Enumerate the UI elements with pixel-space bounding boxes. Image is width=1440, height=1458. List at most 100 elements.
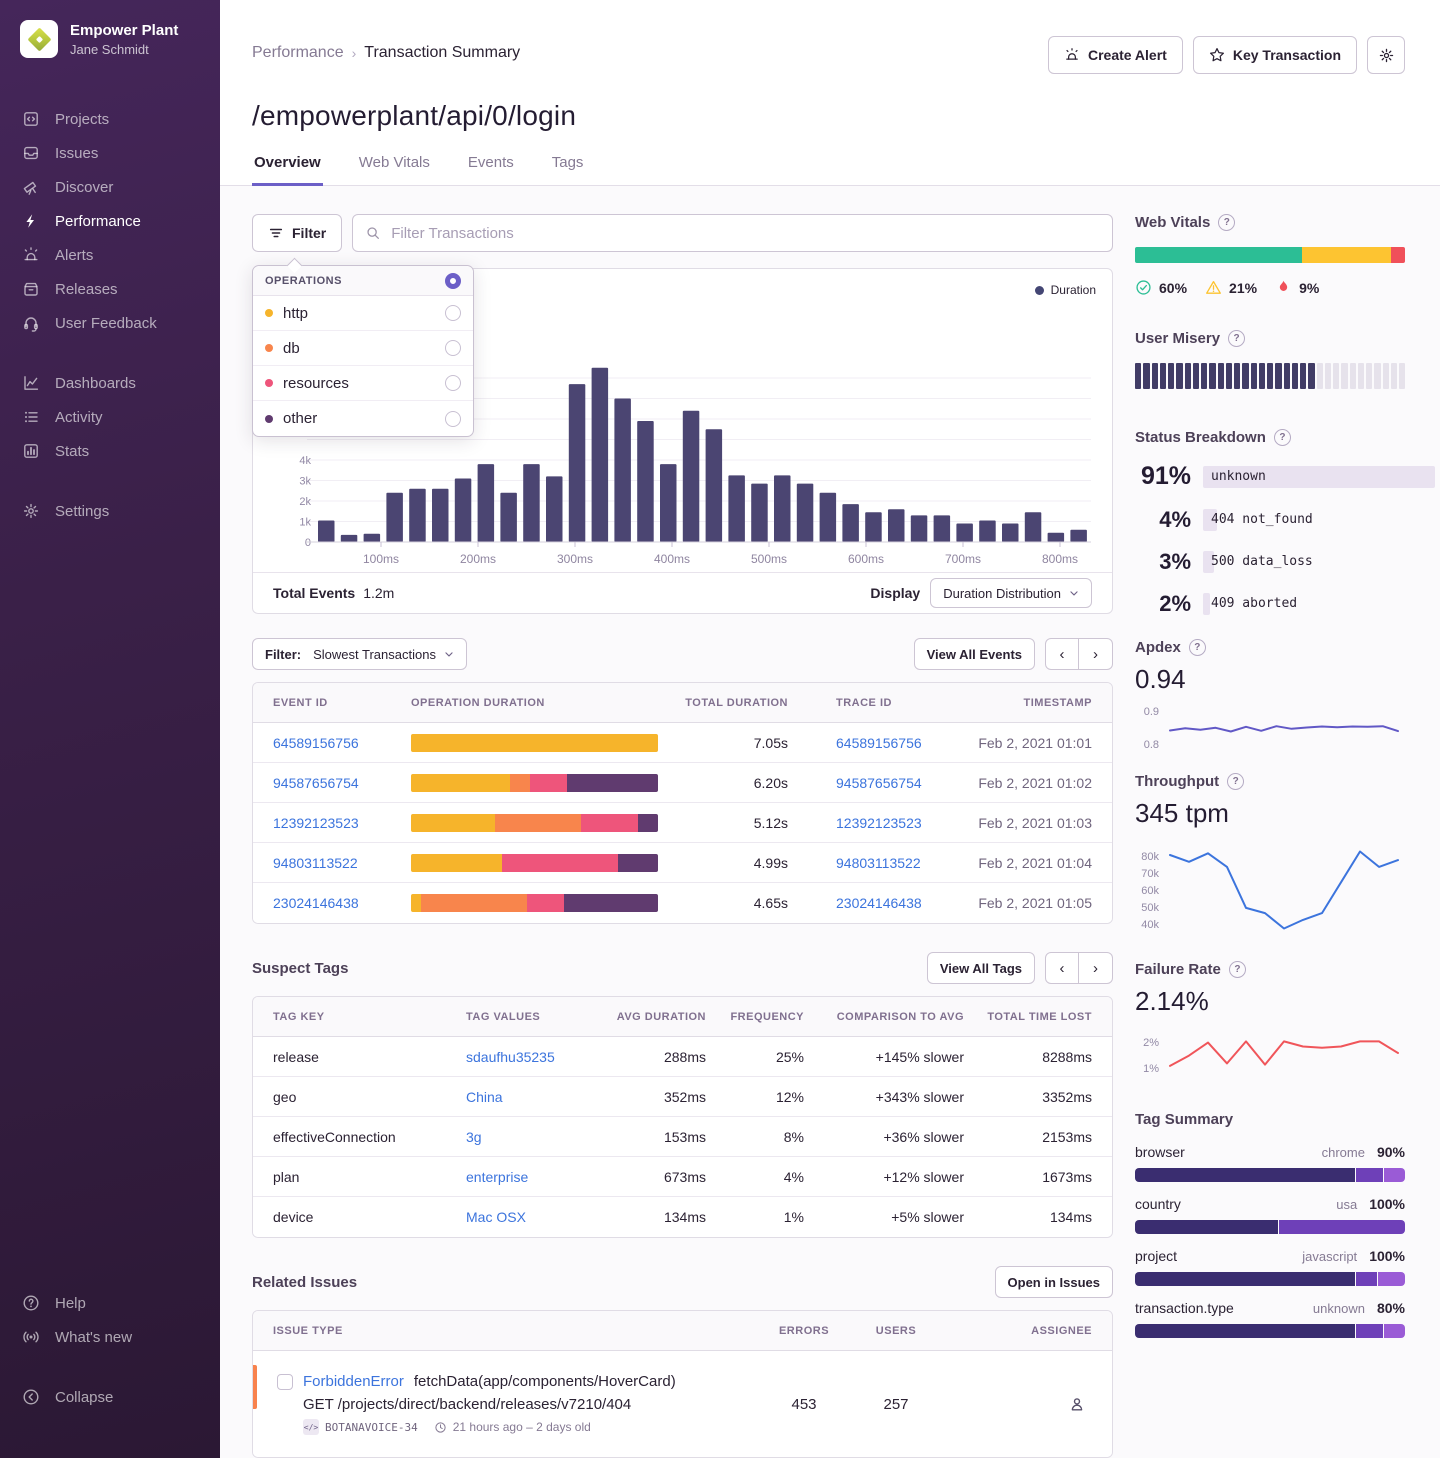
help-question-icon[interactable]: ? bbox=[1218, 214, 1235, 231]
operations-option-other[interactable]: other bbox=[253, 401, 473, 436]
tag-value-link[interactable]: Mac OSX bbox=[466, 1209, 526, 1225]
search-icon bbox=[365, 225, 381, 241]
operation-duration-cell bbox=[411, 774, 666, 792]
sidebar-item-discover[interactable]: Discover bbox=[0, 170, 220, 204]
sidebar-item-releases[interactable]: Releases bbox=[0, 272, 220, 306]
sidebar-item-help[interactable]: Help bbox=[0, 1286, 220, 1320]
operation-radio[interactable] bbox=[445, 411, 461, 427]
sidebar-item-issues[interactable]: Issues bbox=[0, 136, 220, 170]
tag-summary-row: countryusa100% bbox=[1135, 1196, 1405, 1234]
help-question-icon[interactable]: ? bbox=[1227, 773, 1244, 790]
view-all-events-button[interactable]: View All Events bbox=[914, 638, 1035, 670]
tag-value-cell: Mac OSX bbox=[466, 1209, 601, 1225]
trace-id-link[interactable]: 94803113522 bbox=[836, 855, 921, 871]
filter-button[interactable]: Filter bbox=[252, 214, 342, 252]
operations-all-radio[interactable] bbox=[445, 273, 461, 289]
trace-id-link[interactable]: 12392123523 bbox=[836, 815, 922, 831]
events-pager-next[interactable]: › bbox=[1079, 638, 1113, 670]
sidebar-item-user-feedback[interactable]: User Feedback bbox=[0, 306, 220, 340]
transaction-settings-button[interactable] bbox=[1367, 36, 1405, 74]
sidebar-item-stats[interactable]: Stats bbox=[0, 434, 220, 468]
tags-pager-next[interactable]: › bbox=[1079, 952, 1113, 984]
avg-duration-cell: 352ms bbox=[601, 1089, 706, 1105]
status-pct: 91% bbox=[1135, 462, 1191, 491]
operation-radio[interactable] bbox=[445, 305, 461, 321]
op-segment-other bbox=[564, 894, 658, 912]
axis-tick-label: 1% bbox=[1143, 1062, 1159, 1076]
breadcrumb-performance[interactable]: Performance bbox=[252, 44, 344, 62]
tags-pager-prev[interactable]: ‹ bbox=[1045, 952, 1079, 984]
tag-value-link[interactable]: enterprise bbox=[466, 1169, 528, 1185]
svg-text:2k: 2k bbox=[299, 496, 311, 508]
help-question-icon[interactable]: ? bbox=[1228, 330, 1245, 347]
tab-overview[interactable]: Overview bbox=[252, 154, 323, 186]
key-transaction-button[interactable]: Key Transaction bbox=[1193, 36, 1357, 74]
issue-error-type-link[interactable]: ForbiddenError bbox=[303, 1373, 404, 1390]
related-issues-column-header: USERS bbox=[850, 1325, 942, 1337]
sidebar-item-settings[interactable]: Settings bbox=[0, 494, 220, 528]
tag-value-cell: 3g bbox=[466, 1129, 601, 1145]
tab-web-vitals[interactable]: Web Vitals bbox=[357, 154, 432, 186]
failure-rate-title: Failure Rate bbox=[1135, 961, 1221, 978]
operation-radio[interactable] bbox=[445, 375, 461, 391]
sidebar-item-activity[interactable]: Activity bbox=[0, 400, 220, 434]
sidebar-item-alerts[interactable]: Alerts bbox=[0, 238, 220, 272]
misery-segment bbox=[1399, 363, 1405, 389]
operations-dropdown-header[interactable]: OPERATIONS bbox=[253, 266, 473, 296]
issue-assignee[interactable] bbox=[942, 1395, 1092, 1413]
tag-value-link[interactable]: sdaufhu35235 bbox=[466, 1049, 555, 1065]
tab-tags[interactable]: Tags bbox=[550, 154, 586, 186]
operations-option-db[interactable]: db bbox=[253, 331, 473, 366]
help-question-icon[interactable]: ? bbox=[1189, 639, 1206, 656]
trace-id-link[interactable]: 23024146438 bbox=[836, 895, 922, 911]
open-in-issues-button[interactable]: Open in Issues bbox=[995, 1266, 1113, 1298]
org-user: Jane Schmidt bbox=[70, 42, 178, 57]
page-title: /empowerplant/api/0/login bbox=[220, 74, 1440, 132]
operation-radio[interactable] bbox=[445, 340, 461, 356]
sidebar-item-performance[interactable]: Performance bbox=[0, 204, 220, 238]
view-all-tags-button[interactable]: View All Tags bbox=[927, 952, 1035, 984]
misery-segment bbox=[1176, 363, 1182, 389]
operation-color-dot bbox=[265, 415, 273, 423]
event-id-link[interactable]: 94803113522 bbox=[273, 855, 411, 871]
sidebar-item-projects[interactable]: Projects bbox=[0, 102, 220, 136]
display-select[interactable]: Duration Distribution bbox=[930, 578, 1092, 608]
tag-summary-bar bbox=[1135, 1272, 1405, 1286]
tab-events[interactable]: Events bbox=[466, 154, 516, 186]
siren-icon bbox=[1064, 47, 1080, 63]
tag-bar-segment bbox=[1135, 1168, 1355, 1182]
search-input[interactable] bbox=[391, 225, 1100, 242]
tag-summary-row: projectjavascript100% bbox=[1135, 1248, 1405, 1286]
status-row: 91%unknown bbox=[1135, 462, 1405, 491]
trace-id-link[interactable]: 64589156756 bbox=[836, 735, 922, 751]
operations-option-resources[interactable]: resources bbox=[253, 366, 473, 401]
tag-value-link[interactable]: China bbox=[466, 1089, 503, 1105]
total-time-lost-cell: 3352ms bbox=[964, 1089, 1092, 1105]
trace-id-link[interactable]: 94587656754 bbox=[836, 775, 922, 791]
events-filter-select[interactable]: Filter: Slowest Transactions bbox=[252, 638, 467, 670]
comparison-cell: +36% slower bbox=[804, 1129, 964, 1145]
issue-checkbox[interactable] bbox=[277, 1374, 293, 1390]
operations-option-http[interactable]: http bbox=[253, 296, 473, 331]
events-pager-prev[interactable]: ‹ bbox=[1045, 638, 1079, 670]
create-alert-button[interactable]: Create Alert bbox=[1048, 36, 1183, 74]
event-id-link[interactable]: 94587656754 bbox=[273, 775, 411, 791]
op-segment-http bbox=[411, 814, 495, 832]
event-id-link[interactable]: 23024146438 bbox=[273, 895, 411, 911]
op-segment-other bbox=[638, 814, 658, 832]
sidebar-item-collapse[interactable]: Collapse bbox=[0, 1380, 220, 1414]
event-id-link[interactable]: 12392123523 bbox=[273, 815, 411, 831]
help-question-icon[interactable]: ? bbox=[1229, 961, 1246, 978]
svg-text:600ms: 600ms bbox=[848, 552, 884, 566]
tag-value-link[interactable]: 3g bbox=[466, 1129, 482, 1145]
org-switcher[interactable]: Empower Plant Jane Schmidt bbox=[0, 20, 220, 58]
total-duration-cell: 5.12s bbox=[666, 815, 788, 831]
whats-new-icon bbox=[22, 1328, 40, 1346]
chart-legend[interactable]: Duration bbox=[1035, 283, 1096, 297]
event-id-link[interactable]: 64589156756 bbox=[273, 735, 411, 751]
sidebar-item-dashboards[interactable]: Dashboards bbox=[0, 366, 220, 400]
sidebar-item-what-s-new[interactable]: What's new bbox=[0, 1320, 220, 1354]
help-question-icon[interactable]: ? bbox=[1274, 429, 1291, 446]
misery-segment bbox=[1193, 363, 1199, 389]
tag-summary-pct: 100% bbox=[1369, 1248, 1405, 1264]
